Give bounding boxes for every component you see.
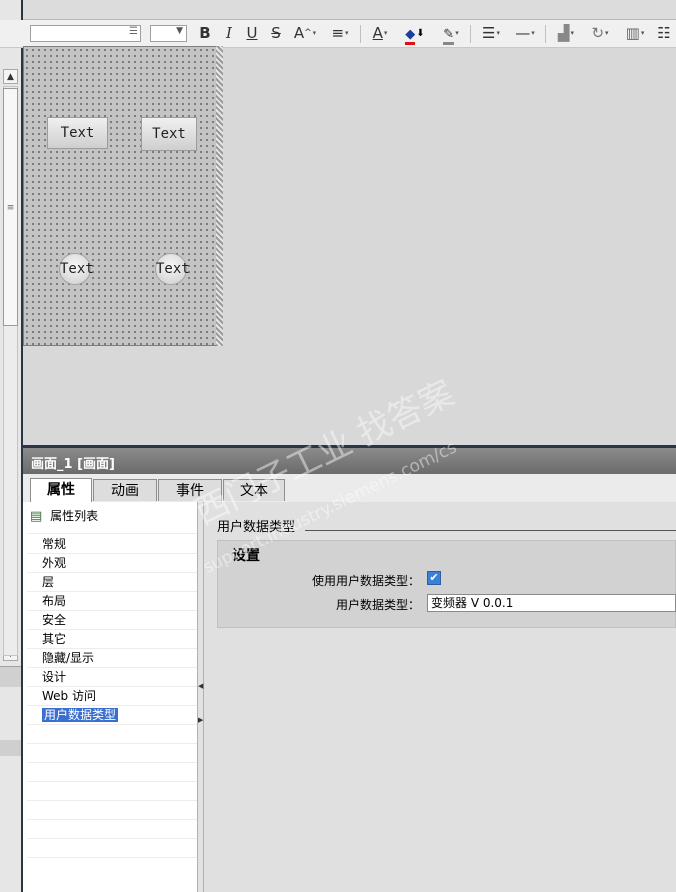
format-toolbar: ☰ ▼ B I U S A^▾ ≡▾ A▾ ◆⬇ ✎▾ ☰▾ —▾ ▟▾ ↻▾ …: [0, 20, 676, 48]
top-strip: [23, 0, 676, 20]
use-udt-label: 使用用户数据类型：: [311, 574, 420, 588]
nav-item-web-access[interactable]: Web 访问: [42, 687, 96, 705]
checkmark-icon: ✔: [429, 571, 439, 584]
dropdown-icon: ▾: [605, 29, 609, 37]
left-scrollbar-thumb[interactable]: ≡: [3, 88, 18, 326]
line-width-button[interactable]: ☰▾: [476, 23, 506, 44]
dropdown-icon: ▾: [496, 29, 500, 37]
hmi-round-button[interactable]: Text: [59, 253, 94, 285]
chevron-down-icon: ▼: [176, 26, 183, 36]
left-panel-row: [0, 740, 21, 756]
font-color-icon: A: [372, 24, 383, 42]
hmi-text-button[interactable]: Text: [47, 117, 108, 149]
tab-properties[interactable]: 属性: [30, 478, 92, 502]
nav-item-visibility[interactable]: 隐藏/显示: [42, 649, 94, 667]
dropdown-icon: ▾: [640, 29, 645, 37]
pencil-icon: ✎: [443, 27, 455, 45]
italic-button[interactable]: I: [222, 23, 236, 44]
use-udt-checkbox[interactable]: ✔: [427, 571, 441, 585]
font-family-field[interactable]: ☰: [30, 25, 141, 42]
list-icon: ☷: [657, 24, 671, 42]
property-list-label: 属性列表: [50, 509, 99, 523]
list-icon: ☰: [129, 26, 138, 37]
nav-item-layout[interactable]: 布局: [42, 592, 66, 610]
inspector-tabs: 属性 动画 事件 文本: [23, 474, 676, 503]
arrange-button[interactable]: ▟▾: [551, 23, 581, 44]
font-color-button[interactable]: A▾: [366, 23, 394, 44]
font-size-up-button[interactable]: A^▾: [292, 23, 318, 44]
expand-right-icon[interactable]: ▶: [198, 716, 203, 724]
section-title: 用户数据类型: [217, 520, 296, 535]
inspector-title-bar: 画面_1 [画面]: [23, 448, 676, 474]
font-size-field[interactable]: ▼: [150, 25, 187, 42]
nav-item-selected-label: 用户数据类型: [42, 708, 119, 722]
distribute-button[interactable]: ☷: [655, 23, 673, 44]
nav-divider: [27, 533, 197, 534]
layer-icon: ▟: [557, 24, 570, 42]
nav-divider: [27, 762, 197, 763]
rotate-icon: ↻: [591, 24, 605, 42]
property-list-header[interactable]: ▤ 属性列表: [30, 507, 98, 527]
fill-color-button[interactable]: ◆⬇: [400, 23, 430, 45]
collapse-left-icon[interactable]: ◀: [198, 682, 203, 690]
nav-divider: [27, 819, 197, 820]
align-objects-button[interactable]: ▥▾: [620, 23, 650, 44]
nav-item-misc[interactable]: 其它: [42, 630, 66, 648]
line-style-icon: —: [515, 24, 531, 42]
tab-events[interactable]: 事件: [158, 479, 222, 501]
nav-item-security[interactable]: 安全: [42, 611, 66, 629]
align-icon: ≡: [331, 24, 345, 42]
hmi-text-button[interactable]: Text: [141, 117, 197, 151]
nav-divider: [27, 800, 197, 801]
left-panel-footer: [0, 666, 21, 687]
dropdown-icon: ▾: [455, 29, 459, 37]
underline-button[interactable]: U: [245, 23, 259, 44]
toolbar-separator: [545, 25, 546, 43]
bold-button[interactable]: B: [198, 23, 212, 44]
paint-bucket-icon: ◆: [405, 27, 416, 45]
group-title: 设置: [232, 548, 260, 564]
nav-item-user-data-type[interactable]: 用户数据类型: [42, 706, 119, 724]
nav-divider: [27, 857, 197, 858]
strikethrough-button[interactable]: S: [269, 23, 283, 44]
nav-divider: [27, 743, 197, 744]
udt-value-field[interactable]: 变频器 V 0.0.1: [427, 594, 676, 612]
nav-item-appearance[interactable]: 外观: [42, 554, 66, 572]
section-rule: [305, 530, 676, 531]
dropdown-icon: ▾: [570, 29, 575, 37]
screen-border-hatch: [216, 46, 223, 346]
toolbar-separator: [360, 25, 361, 43]
nav-divider: [27, 781, 197, 782]
nav-item-design[interactable]: 设计: [42, 668, 66, 686]
panel-splitter[interactable]: ◀ ▶: [197, 502, 204, 892]
property-list-icon: ▤: [30, 509, 43, 524]
toolbar-separator: [470, 25, 471, 43]
rotate-button[interactable]: ↻▾: [585, 23, 615, 44]
dropdown-icon: ▾: [312, 29, 317, 37]
dropdown-icon: ⬇: [416, 28, 425, 39]
dropdown-icon: ▾: [383, 29, 388, 37]
scroll-up-button[interactable]: ▲: [3, 69, 18, 84]
nav-item-layer[interactable]: 层: [42, 573, 54, 591]
udt-label: 用户数据类型：: [335, 598, 420, 612]
line-color-button[interactable]: ✎▾: [436, 23, 466, 45]
align-button[interactable]: ≡▾: [326, 23, 354, 44]
dropdown-icon: ▾: [345, 29, 349, 37]
inspector-title: 画面_1 [画面]: [31, 457, 115, 472]
font-size-label: A: [293, 24, 305, 42]
tab-animations[interactable]: 动画: [93, 479, 157, 501]
hmi-round-button[interactable]: Text: [155, 253, 190, 285]
align-top-icon: ▥: [625, 24, 640, 42]
line-width-icon: ☰: [482, 24, 496, 42]
dropdown-icon: ▾: [531, 29, 535, 37]
nav-item-general[interactable]: 常规: [42, 535, 66, 553]
hmi-screen-canvas[interactable]: [23, 46, 223, 346]
nav-divider: [27, 724, 197, 725]
line-style-button[interactable]: —▾: [510, 23, 540, 44]
nav-divider: [27, 838, 197, 839]
tab-texts[interactable]: 文本: [223, 479, 285, 501]
caret-up-icon: ^: [304, 28, 312, 38]
